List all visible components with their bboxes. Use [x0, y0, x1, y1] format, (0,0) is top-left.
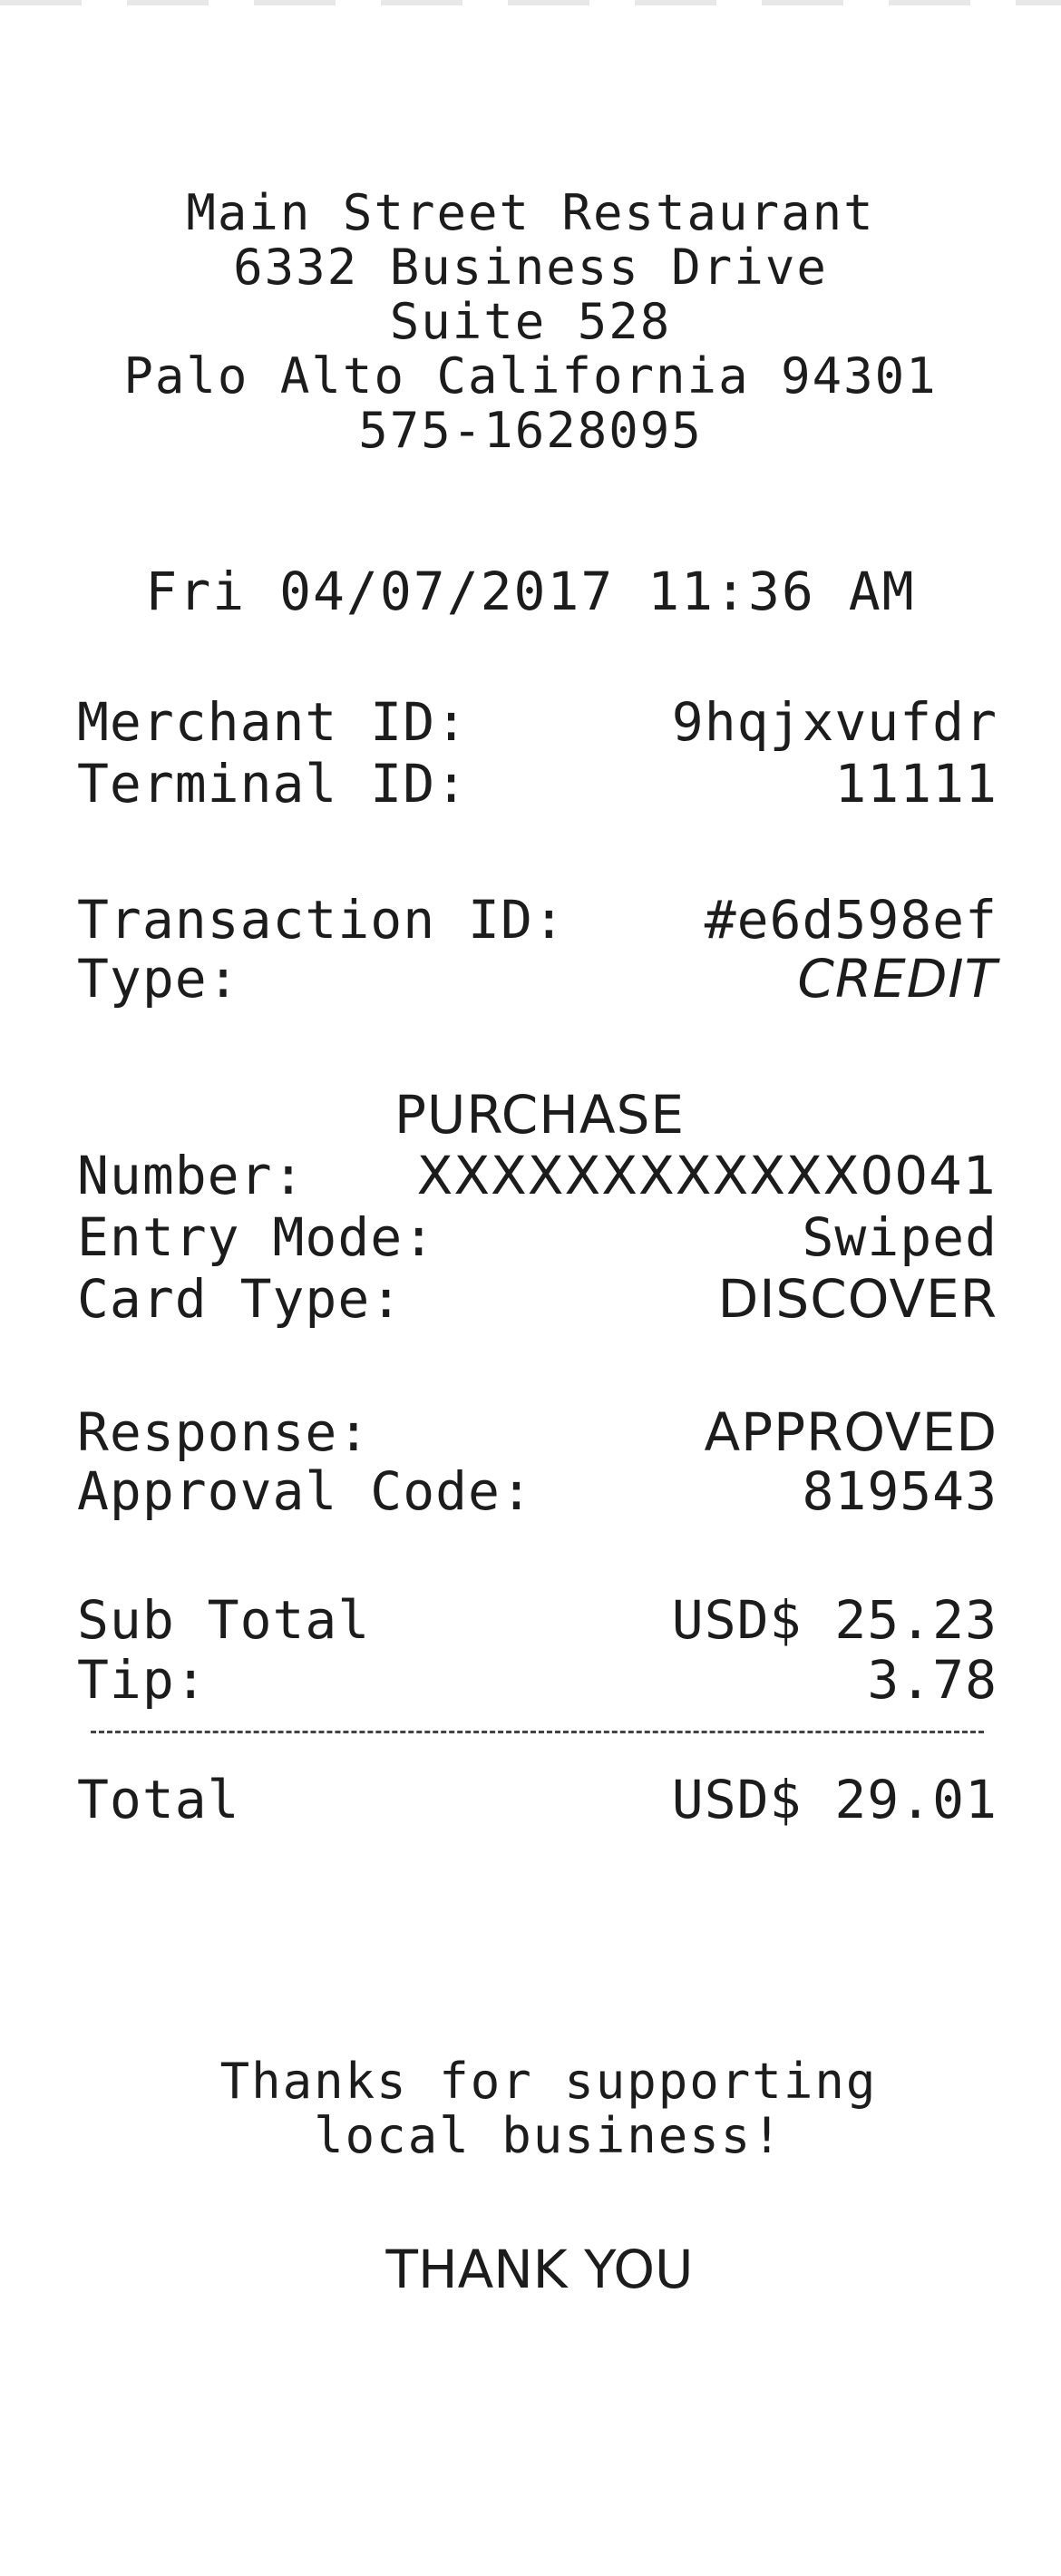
transaction-id-row: Transaction ID: #e6d598ef [77, 889, 998, 951]
approval-code-row: Approval Code: 819543 [77, 1460, 998, 1522]
card-type-label: Card Type: [77, 1268, 404, 1330]
card-number-label: Number: [77, 1145, 306, 1206]
purchase-title: PURCHASE [394, 1084, 686, 1146]
thanks-line1: Thanks for supporting [219, 2053, 878, 2110]
total-label: Total [77, 1769, 240, 1830]
receipt-torn-edge [0, 0, 1061, 5]
merchant-address-line1: 6332 Business Drive [233, 239, 828, 296]
card-number-value: XXXXXXXXXXXX0041 [416, 1145, 998, 1206]
card-number-row: Number: XXXXXXXXXXXX0041 [77, 1145, 998, 1206]
response-label: Response: [77, 1401, 371, 1463]
thanks-message: Thanks for supporting local business! [0, 2054, 1061, 2163]
total-row: Total USD$ 29.01 [77, 1769, 998, 1830]
entry-mode-row: Entry Mode: Swiped [77, 1206, 998, 1268]
terminal-id-row: Terminal ID: 11111 [77, 753, 998, 815]
card-type-value: DISCOVER [717, 1268, 998, 1330]
merchant-id-row: Merchant ID: 9hqjxvufdr [77, 691, 998, 753]
subtotal-row: Sub Total USD$ 25.23 [77, 1589, 998, 1651]
terminal-id-value: 11111 [834, 753, 998, 815]
transaction-datetime: Fri 04/07/2017 11:36 AM [145, 561, 916, 622]
response-value: APPROVED [704, 1401, 998, 1463]
thanks-line2: local business! [314, 2107, 784, 2164]
approval-code-value: 819543 [802, 1460, 998, 1522]
tip-value: 3.78 [867, 1649, 998, 1711]
transaction-id-label: Transaction ID: [77, 889, 566, 951]
subtotal-label: Sub Total [77, 1589, 371, 1651]
merchant-address-line2: Suite 528 [389, 293, 672, 350]
thank-you: THANK YOU [385, 2239, 694, 2300]
merchant-header: Main Street Restaurant 6332 Business Dri… [0, 186, 1061, 458]
tip-row: Tip: 3.78 [77, 1649, 998, 1711]
dashed-divider [91, 1731, 984, 1733]
merchant-city-line: Palo Alto California 94301 [123, 347, 938, 405]
merchant-name: Main Street Restaurant [186, 184, 875, 241]
receipt: Main Street Restaurant 6332 Business Dri… [0, 0, 1061, 2576]
merchant-id-label: Merchant ID: [77, 691, 469, 753]
entry-mode-label: Entry Mode: [77, 1206, 436, 1268]
type-value: CREDIT [797, 948, 998, 1010]
type-label: Type: [77, 948, 240, 1010]
approval-code-label: Approval Code: [77, 1460, 533, 1522]
total-value: USD$ 29.01 [671, 1769, 998, 1830]
tip-label: Tip: [77, 1649, 208, 1711]
response-row: Response: APPROVED [77, 1401, 998, 1463]
merchant-phone: 575-1628095 [358, 402, 703, 459]
entry-mode-value: Swiped [802, 1206, 998, 1268]
merchant-id-value: 9hqjxvufdr [671, 691, 998, 753]
type-row: Type: CREDIT [77, 948, 998, 1010]
terminal-id-label: Terminal ID: [77, 753, 469, 815]
card-type-row: Card Type: DISCOVER [77, 1268, 998, 1330]
subtotal-value: USD$ 25.23 [671, 1589, 998, 1651]
transaction-id-value: #e6d598ef [704, 889, 998, 951]
